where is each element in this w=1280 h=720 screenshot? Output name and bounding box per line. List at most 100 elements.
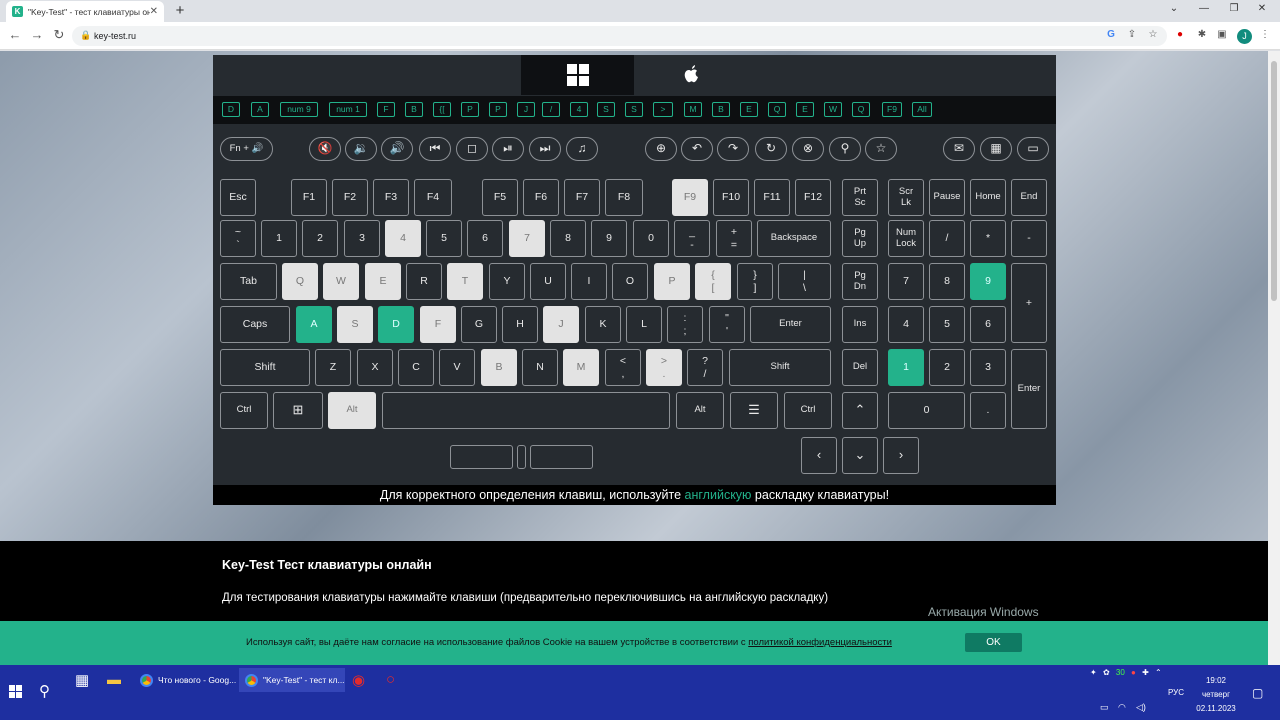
key-npstar[interactable]: * (970, 220, 1006, 257)
key-g[interactable]: G (461, 306, 497, 343)
opera-extension-icon[interactable]: ● (1173, 29, 1187, 40)
taskbar-app-chrome-1[interactable]: Что нового - Goog... (134, 668, 236, 692)
side-panel-icon[interactable]: ▣ (1215, 29, 1229, 40)
key-f7[interactable]: F7 (564, 179, 600, 216)
key-f10[interactable]: F10 (713, 179, 749, 216)
key-c[interactable]: C (398, 349, 434, 386)
google-translate-icon[interactable]: G (1104, 29, 1118, 40)
key-n2[interactable]: 2 (302, 220, 338, 257)
browser-home-icon[interactable]: ⊕ (645, 137, 677, 161)
key-b[interactable]: B (481, 349, 517, 386)
close-window-icon[interactable]: ✕ (1252, 3, 1272, 14)
space-key[interactable] (382, 392, 670, 429)
key-n9[interactable]: 9 (591, 220, 627, 257)
key-x[interactable]: X (357, 349, 393, 386)
tab-search-icon[interactable]: ⌄ (1164, 3, 1184, 14)
volume-down-icon[interactable]: 🔉 (345, 137, 377, 161)
mail-icon[interactable]: ✉ (943, 137, 975, 161)
language-indicator[interactable]: РУС (1168, 688, 1184, 697)
key-esc[interactable]: Esc (220, 179, 256, 216)
arrow-down-icon[interactable]: ⌄ (842, 437, 878, 474)
windows-tab[interactable] (521, 55, 634, 95)
opera-gx-icon[interactable]: ○ (386, 671, 395, 688)
restore-icon[interactable]: ❐ (1224, 3, 1244, 14)
key-np9[interactable]: 9 (970, 263, 1006, 300)
start-button[interactable] (9, 685, 22, 703)
calculator-key-icon[interactable]: ▦ (980, 137, 1012, 161)
share-icon[interactable]: ⇪ (1125, 29, 1139, 40)
previous-track-icon[interactable]: ⏮ (419, 137, 451, 161)
notifications-icon[interactable]: ▢ (1252, 686, 1263, 700)
key-n8[interactable]: 8 (550, 220, 586, 257)
key-d[interactable]: D (378, 306, 414, 343)
key-j[interactable]: J (543, 306, 579, 343)
key-npplus[interactable]: + (1011, 263, 1047, 343)
key-np7[interactable]: 7 (888, 263, 924, 300)
key-semi[interactable]: : ; (667, 306, 703, 343)
lock-icon[interactable]: 🔒 (80, 30, 91, 41)
key-rctrl[interactable]: Ctrl (784, 392, 832, 429)
key-numlock[interactable]: Num Lock (888, 220, 924, 257)
tray-icon[interactable]: ✦ (1090, 668, 1097, 677)
key-i[interactable]: I (571, 263, 607, 300)
key-s[interactable]: S (337, 306, 373, 343)
minimize-icon[interactable]: — (1194, 3, 1214, 14)
key-v[interactable]: V (439, 349, 475, 386)
search-icon[interactable]: ⚲ (39, 682, 50, 700)
key-y[interactable]: Y (489, 263, 525, 300)
key-f12[interactable]: F12 (795, 179, 831, 216)
next-track-icon[interactable]: ⏭ (529, 137, 561, 161)
privacy-policy-link[interactable]: политикой конфиденциальности (748, 637, 892, 648)
browser-back-icon[interactable]: ↶ (681, 137, 713, 161)
mouse-wheel[interactable] (517, 445, 526, 469)
key-lbr[interactable]: { [ (695, 263, 731, 300)
key-u[interactable]: U (530, 263, 566, 300)
key-gt[interactable]: > . (646, 349, 682, 386)
key-n1[interactable]: 1 (261, 220, 297, 257)
key-alt[interactable]: Alt (328, 392, 376, 429)
key-np8[interactable]: 8 (929, 263, 965, 300)
key-caps[interactable]: Caps (220, 306, 290, 343)
key-del[interactable]: Del (842, 349, 878, 386)
key-pgdn[interactable]: Pg Dn (842, 263, 878, 300)
key-scrlk[interactable]: Scr Lk (888, 179, 924, 216)
key-np5[interactable]: 5 (929, 306, 965, 343)
tray-icon[interactable]: ✿ (1103, 668, 1110, 677)
key-tilde[interactable]: ~ ` (220, 220, 256, 257)
tray-icon[interactable]: ✚ (1142, 668, 1149, 677)
key-f11[interactable]: F11 (754, 179, 790, 216)
browser-favorites-icon[interactable]: ☆ (865, 137, 897, 161)
win-key-icon[interactable]: ⊞ (273, 392, 323, 429)
page-scrollbar[interactable] (1268, 51, 1280, 665)
cookie-ok-button[interactable]: OK (965, 633, 1022, 652)
tray-icon[interactable]: ● (1131, 668, 1136, 677)
key-home[interactable]: Home (970, 179, 1006, 216)
key-shift[interactable]: Shift (220, 349, 310, 386)
key-n5[interactable]: 5 (426, 220, 462, 257)
my-computer-icon[interactable]: ▭ (1017, 137, 1049, 161)
key-bslash[interactable]: | \ (778, 263, 831, 300)
file-explorer-icon[interactable]: ▬ (107, 671, 121, 687)
key-lt[interactable]: < , (605, 349, 641, 386)
key-rshift[interactable]: Shift (729, 349, 831, 386)
key-npminus[interactable]: - (1011, 220, 1047, 257)
menu-key-icon[interactable]: ☰ (730, 392, 778, 429)
key-plus[interactable]: + = (716, 220, 752, 257)
key-e[interactable]: E (365, 263, 401, 300)
taskbar-app-chrome-2[interactable]: "Key-Test" - тест кл... (239, 668, 345, 692)
key-np1[interactable]: 1 (888, 349, 924, 386)
mute-icon[interactable]: 🔇 (309, 137, 341, 161)
bookmark-star-icon[interactable]: ☆ (1146, 29, 1160, 40)
apple-tab[interactable] (634, 55, 747, 95)
volume-up-icon[interactable]: 🔊 (381, 137, 413, 161)
extensions-icon[interactable]: ✱ (1195, 29, 1209, 40)
key-npslash[interactable]: / (929, 220, 965, 257)
key-backspace[interactable]: Backspace (757, 220, 831, 257)
key-f3[interactable]: F3 (373, 179, 409, 216)
browser-forward-icon[interactable]: ↷ (717, 137, 749, 161)
mouse-right-button[interactable] (530, 445, 593, 469)
key-w[interactable]: W (323, 263, 359, 300)
key-o[interactable]: O (612, 263, 648, 300)
key-f[interactable]: F (420, 306, 456, 343)
key-np4[interactable]: 4 (888, 306, 924, 343)
